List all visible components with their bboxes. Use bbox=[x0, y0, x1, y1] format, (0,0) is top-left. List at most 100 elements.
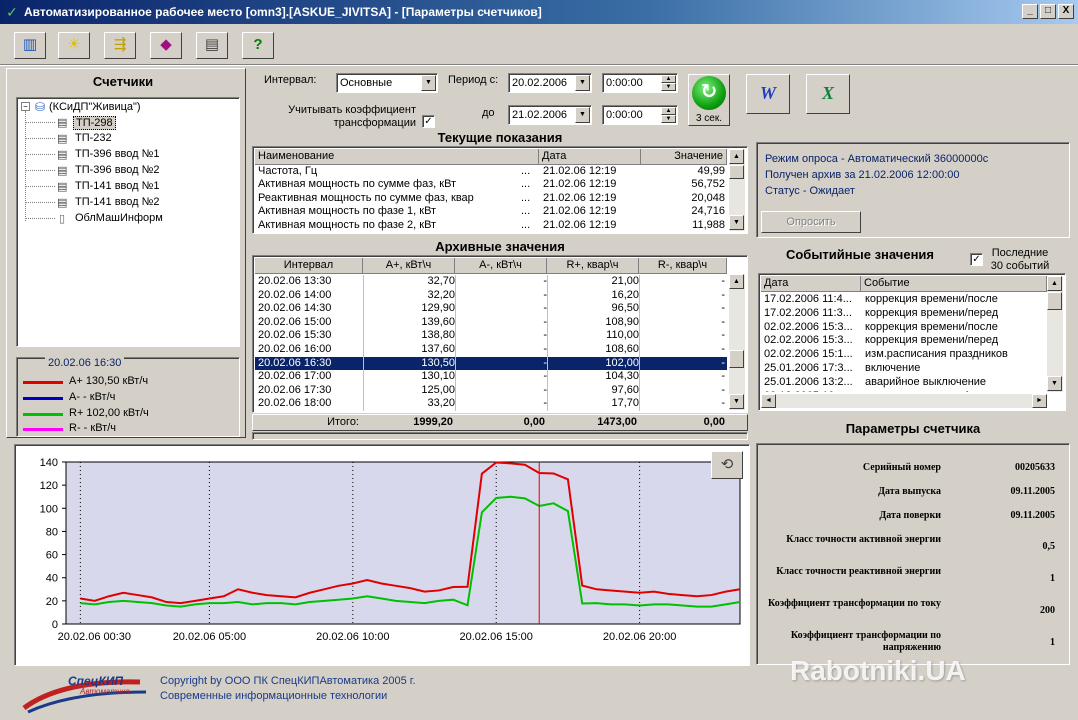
date-from-picker[interactable]: 20.02.2006 ▼ bbox=[508, 73, 592, 93]
maximize-button[interactable]: □ bbox=[1040, 4, 1056, 19]
event-date[interactable]: 17.02.2006 11:3... bbox=[764, 307, 860, 320]
help-icon[interactable]: ? bbox=[242, 32, 274, 59]
date-to-picker[interactable]: 21.02.2006 ▼ bbox=[508, 105, 592, 125]
table-row[interactable]: 20.02.06 15:00 139,60 - 108,90 - bbox=[255, 315, 727, 330]
events-scrollbar[interactable]: ▲ ▼ bbox=[1047, 276, 1063, 392]
archive-col-a-minus[interactable]: А-, кВт\ч bbox=[455, 258, 547, 274]
transform-checkbox[interactable]: ✓ bbox=[422, 115, 435, 128]
minimize-button[interactable]: _ bbox=[1022, 4, 1038, 19]
interval-select[interactable]: Основные ▼ bbox=[336, 73, 438, 93]
scroll-thumb[interactable] bbox=[729, 350, 744, 368]
notebook-icon[interactable]: ▤ bbox=[196, 32, 228, 59]
event-date[interactable]: 17.02.2006 11:4... bbox=[764, 293, 860, 306]
column-separator bbox=[363, 329, 364, 344]
tree-item-tp396-1[interactable]: ТП-396 ввод №1 bbox=[75, 148, 160, 160]
chevron-down-icon[interactable]: ▼ bbox=[421, 75, 436, 91]
table-row[interactable]: 20.02.06 17:30 125,00 - 97,60 - bbox=[255, 383, 727, 398]
archive-scrollbar[interactable]: ▲ ▼ bbox=[729, 274, 745, 410]
time-from-field[interactable]: 0:00:00 ▲ ▼ bbox=[602, 73, 678, 93]
scroll-up-icon[interactable]: ▲ bbox=[1047, 276, 1062, 291]
current-row-date: 21.02.06 12:19 bbox=[543, 191, 617, 204]
table-row[interactable]: 20.02.06 14:00 32,20 - 16,20 - bbox=[255, 288, 727, 303]
scroll-down-icon[interactable]: ▼ bbox=[729, 394, 744, 409]
counters-tree: − ⛁ (КСиДП"Живица") ▤ ТП-298 ▤ ТП-232 ▤ … bbox=[16, 97, 240, 347]
table-row[interactable]: 20.02.06 15:30 138,80 - 110,00 - bbox=[255, 329, 727, 344]
events-hscroll[interactable]: ◄ ► bbox=[761, 394, 1047, 408]
event-date[interactable]: 02.02.2006 15:1... bbox=[764, 348, 860, 361]
cubes-icon[interactable]: ◆ bbox=[150, 32, 182, 59]
energy-chart[interactable]: 0 20 40 60 80 100 120 140 20.02.06 00:30 20.02.06… bbox=[16, 446, 748, 664]
current-col-date[interactable]: Дата bbox=[539, 149, 641, 165]
zoom-reset-button[interactable]: ⟲ bbox=[711, 451, 743, 479]
chevron-down-icon[interactable]: ▼ bbox=[575, 75, 590, 91]
table-row[interactable]: 20.02.06 17:00 130,10 - 104,30 - bbox=[255, 370, 727, 385]
query-button[interactable]: Опросить bbox=[761, 211, 861, 233]
event-description[interactable]: включение bbox=[865, 362, 1045, 375]
archive-cell: - bbox=[543, 315, 547, 328]
meter-icon: ▤ bbox=[57, 117, 68, 129]
scroll-right-icon[interactable]: ► bbox=[1032, 394, 1047, 408]
event-date[interactable]: 09.12.2005 10:... bbox=[764, 390, 860, 392]
archive-col-r-minus[interactable]: R-, квар\ч bbox=[639, 258, 727, 274]
event-description[interactable]: коррекция времени/после bbox=[865, 293, 1045, 306]
y-tick-label: 40 bbox=[46, 573, 58, 585]
event-date[interactable]: 25.01.2006 17:3... bbox=[764, 362, 860, 375]
tree-item-tp141-1[interactable]: ТП-141 ввод №1 bbox=[75, 180, 160, 192]
event-description[interactable]: аварийное выключение bbox=[865, 376, 1045, 389]
archive-col-r-plus[interactable]: R+, квар\ч bbox=[547, 258, 639, 274]
spin-up-icon[interactable]: ▲ bbox=[661, 75, 676, 83]
folders-icon[interactable]: ⇶ bbox=[104, 32, 136, 59]
table-row[interactable]: 20.02.06 16:00 137,60 - 108,60 - bbox=[255, 343, 727, 357]
tree-item-tp298[interactable]: ТП-298 bbox=[73, 116, 116, 130]
tree-item-tp141-2[interactable]: ТП-141 ввод №2 bbox=[75, 196, 160, 208]
event-description[interactable]: коррекция времени/после bbox=[865, 321, 1045, 334]
spin-up-icon[interactable]: ▲ bbox=[661, 107, 676, 115]
export-word-button[interactable]: W bbox=[746, 74, 790, 114]
event-date[interactable]: 02.02.2006 15:3... bbox=[764, 321, 860, 334]
scroll-left-icon[interactable]: ◄ bbox=[761, 394, 776, 408]
lightbulb-icon[interactable]: ☀ bbox=[58, 32, 90, 59]
meter-icon: ▤ bbox=[57, 197, 68, 209]
table-row[interactable]: 20.02.06 14:30 129,90 - 96,50 - bbox=[255, 302, 727, 317]
collapse-icon[interactable]: − bbox=[21, 102, 30, 111]
tree-item-tp396-2[interactable]: ТП-396 ввод №2 bbox=[75, 164, 160, 176]
event-date[interactable]: 02.02.2006 15:3... bbox=[764, 334, 860, 347]
scroll-up-icon[interactable]: ▲ bbox=[729, 274, 744, 289]
export-excel-button[interactable]: X bbox=[806, 74, 850, 114]
event-description[interactable]: коррекция времени/после bbox=[865, 390, 1045, 392]
scroll-down-icon[interactable]: ▼ bbox=[729, 215, 744, 230]
scroll-down-icon[interactable]: ▼ bbox=[1047, 376, 1062, 391]
tree-root-label[interactable]: (КСиДП"Живица") bbox=[49, 101, 141, 113]
event-description[interactable]: изм.расписания праздников bbox=[865, 348, 1045, 361]
table-row[interactable]: 20.02.06 13:30 32,70 - 21,00 - bbox=[255, 275, 727, 289]
current-col-name[interactable]: Наименование bbox=[255, 149, 539, 165]
archive-hscroll[interactable] bbox=[252, 432, 748, 440]
tree-item-oblmash[interactable]: ОблМашИнформ bbox=[75, 212, 163, 224]
current-scrollbar[interactable]: ▲ ▼ bbox=[729, 149, 745, 231]
event-description[interactable]: коррекция времени/перед bbox=[865, 307, 1045, 320]
archive-col-a-plus[interactable]: А+, кВт\ч bbox=[363, 258, 455, 274]
table-row[interactable]: 20.02.06 16:30 130,50 - 102,00 - bbox=[255, 356, 727, 371]
event-description[interactable]: коррекция времени/перед bbox=[865, 334, 1045, 347]
tree-item-tp232[interactable]: ТП-232 bbox=[75, 132, 112, 144]
spin-down-icon[interactable]: ▼ bbox=[661, 83, 676, 91]
close-button[interactable]: X bbox=[1058, 4, 1074, 19]
event-date[interactable]: 25.01.2006 13:2... bbox=[764, 376, 860, 389]
books-icon[interactable]: ▥ bbox=[14, 32, 46, 59]
spin-down-icon[interactable]: ▼ bbox=[661, 115, 676, 123]
last-events-checkbox[interactable]: ✓ bbox=[970, 253, 983, 266]
time-to-field[interactable]: 0:00:00 ▲ ▼ bbox=[602, 105, 678, 125]
tree-branch bbox=[25, 202, 55, 203]
current-col-value[interactable]: Значение bbox=[641, 149, 727, 165]
refresh-button[interactable]: ↻ 3 сек. bbox=[688, 74, 730, 126]
scroll-up-icon[interactable]: ▲ bbox=[729, 149, 744, 164]
archive-cell: - bbox=[543, 356, 547, 369]
legend-swatch-a-plus bbox=[23, 381, 63, 384]
table-row[interactable]: 20.02.06 18:00 33,20 - 17,70 - bbox=[255, 397, 727, 412]
current-row-ellipsis: ... bbox=[521, 191, 531, 204]
current-table: Наименование Дата Значение Частота, Гц..… bbox=[252, 146, 748, 234]
scroll-thumb[interactable] bbox=[729, 165, 744, 179]
chevron-down-icon[interactable]: ▼ bbox=[575, 107, 590, 123]
scroll-thumb[interactable] bbox=[1047, 292, 1062, 310]
archive-col-interval[interactable]: Интервал bbox=[255, 258, 363, 274]
